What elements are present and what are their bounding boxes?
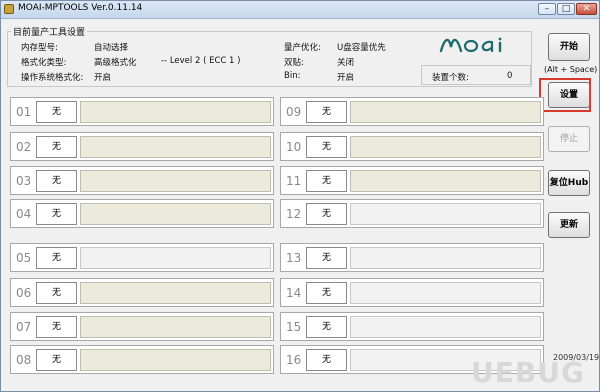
port-info: [80, 101, 271, 123]
reset-hub-button[interactable]: 复位Hub: [548, 170, 590, 196]
minimize-button[interactable]: –: [538, 3, 556, 15]
port-info: [350, 170, 541, 192]
port-info: [80, 349, 271, 371]
port-number: 14: [286, 286, 302, 300]
format-level-value: -- Level 2 ( ECC 1 ): [161, 56, 241, 66]
memory-type-value: 自动选择: [94, 43, 129, 53]
maximize-button[interactable]: □: [557, 3, 575, 15]
os-format-label: 操作系统格式化:: [21, 73, 84, 83]
port-number: 11: [286, 174, 302, 188]
port-status: 无: [36, 282, 77, 304]
port-status: 无: [36, 101, 77, 123]
port-status: 无: [36, 136, 77, 158]
port-info: [350, 203, 541, 225]
window-title: MOAI-MPTOOLS Ver.0.11.14: [18, 3, 143, 13]
port-number: 01: [16, 105, 32, 119]
port-status: 无: [306, 316, 347, 338]
port-info: [80, 282, 271, 304]
port-info: [80, 316, 271, 338]
port-status: 无: [36, 349, 77, 371]
port-slot-07[interactable]: 07 无: [10, 312, 274, 341]
port-number: 12: [286, 207, 302, 221]
port-info: [80, 247, 271, 269]
dual-paste-value: 关闭: [337, 58, 355, 68]
refresh-button[interactable]: 更新: [548, 212, 590, 238]
port-number: 03: [16, 174, 32, 188]
start-button[interactable]: 开始: [548, 33, 590, 61]
port-info: [80, 170, 271, 192]
moai-logo: [439, 37, 502, 53]
port-number: 09: [286, 105, 302, 119]
start-shortcut-hint: (Alt + Space): [544, 65, 598, 74]
port-slot-15[interactable]: 15 无: [280, 312, 544, 341]
port-slot-12[interactable]: 12 无: [280, 199, 544, 228]
port-slot-03[interactable]: 03 无: [10, 166, 274, 195]
main-window: MOAI-MPTOOLS Ver.0.11.14 – □ ✕ 目前量产工具设置 …: [0, 0, 600, 392]
port-number: 10: [286, 140, 302, 154]
port-number: 06: [16, 286, 32, 300]
title-bar[interactable]: MOAI-MPTOOLS Ver.0.11.14 – □ ✕: [1, 1, 599, 19]
port-number: 13: [286, 251, 302, 265]
port-status: 无: [306, 101, 347, 123]
port-slot-11[interactable]: 11 无: [280, 166, 544, 195]
port-number: 08: [16, 353, 32, 367]
port-info: [350, 247, 541, 269]
optimization-value: U盘容量优先: [337, 43, 386, 53]
optimization-label: 量产优化:: [284, 43, 321, 53]
port-status: 无: [306, 349, 347, 371]
port-info: [80, 136, 271, 158]
port-slot-02[interactable]: 02 无: [10, 132, 274, 161]
port-slot-13[interactable]: 13 无: [280, 243, 544, 272]
app-icon: [4, 4, 14, 14]
port-slot-06[interactable]: 06 无: [10, 278, 274, 307]
bin-value: 开启: [337, 73, 355, 83]
port-number: 02: [16, 140, 32, 154]
build-date: 2009/03/19: [553, 353, 600, 362]
device-count-label: 装置个数:: [432, 73, 469, 83]
port-status: 无: [306, 247, 347, 269]
port-status: 无: [36, 247, 77, 269]
port-info: [80, 203, 271, 225]
port-slot-05[interactable]: 05 无: [10, 243, 274, 272]
port-number: 07: [16, 320, 32, 334]
memory-type-label: 内存型号:: [21, 43, 58, 53]
port-number: 15: [286, 320, 302, 334]
port-number: 16: [286, 353, 302, 367]
port-status: 无: [36, 170, 77, 192]
port-slot-08[interactable]: 08 无: [10, 345, 274, 374]
port-slot-04[interactable]: 04 无: [10, 199, 274, 228]
port-status: 无: [36, 316, 77, 338]
os-format-value: 开启: [94, 73, 112, 83]
close-button[interactable]: ✕: [576, 3, 597, 15]
settings-button[interactable]: 设置: [548, 82, 590, 108]
port-info: [350, 282, 541, 304]
device-count-box: 装置个数: 0: [421, 65, 531, 85]
port-info: [350, 136, 541, 158]
port-status: 无: [306, 170, 347, 192]
port-info: [350, 101, 541, 123]
port-number: 04: [16, 207, 32, 221]
format-type-value: 高级格式化: [94, 58, 137, 68]
bin-label: Bin:: [284, 71, 301, 81]
port-status: 无: [306, 203, 347, 225]
dual-paste-label: 双贴:: [284, 58, 304, 68]
port-slot-01[interactable]: 01 无: [10, 97, 274, 126]
device-count-value: 0: [507, 71, 513, 81]
port-slot-09[interactable]: 09 无: [280, 97, 544, 126]
port-status: 无: [36, 203, 77, 225]
port-status: 无: [306, 282, 347, 304]
port-slot-10[interactable]: 10 无: [280, 132, 544, 161]
port-number: 05: [16, 251, 32, 265]
current-settings-title: 目前量产工具设置: [11, 25, 88, 38]
port-slot-14[interactable]: 14 无: [280, 278, 544, 307]
port-info: [350, 316, 541, 338]
format-type-label: 格式化类型:: [21, 58, 67, 68]
port-status: 无: [306, 136, 347, 158]
stop-button[interactable]: 停止: [548, 126, 590, 152]
